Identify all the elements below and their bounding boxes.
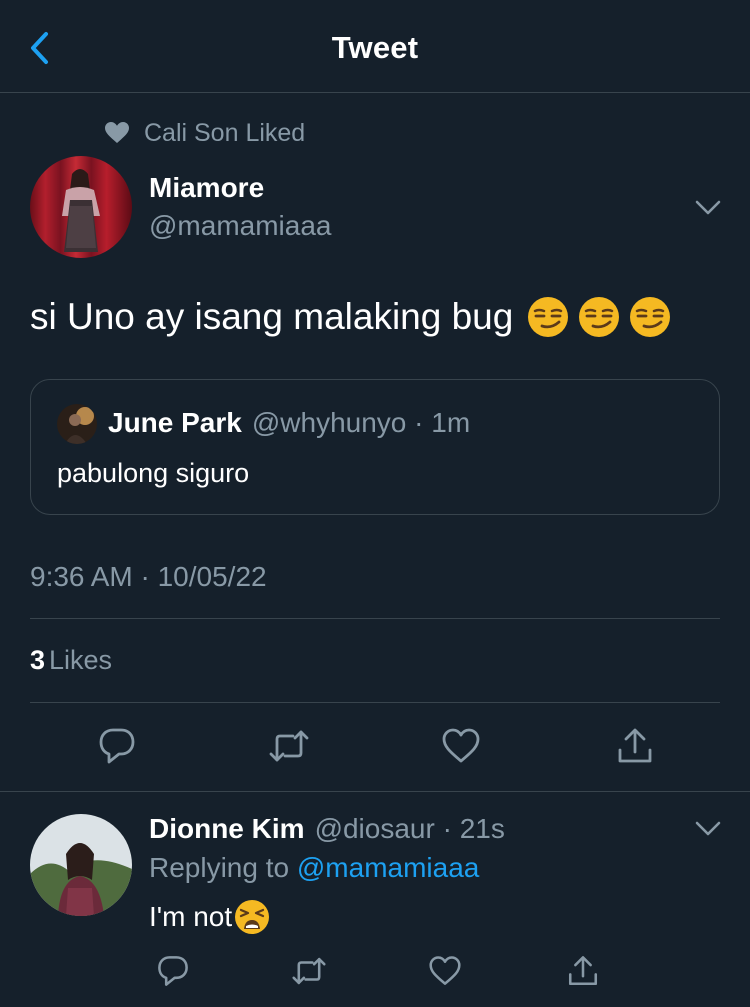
replying-to-mention[interactable]: @mamamiaaa — [297, 852, 479, 883]
quoted-tweet-text: pabulong siguro — [57, 458, 250, 488]
tweet-timestamp: 9:36 AM · 10/05/22 — [30, 561, 267, 592]
tweet-text: si Uno ay isang malaking bug — [30, 296, 514, 337]
tweet-detail-screen: Tweet Cali Son Liked Miamore @mamamiaaa … — [0, 0, 750, 1007]
reply-author-avatar[interactable] — [30, 814, 132, 916]
likes-count-link[interactable]: 3 Likes — [30, 645, 112, 676]
author-handle[interactable]: @mamamiaaa — [149, 210, 331, 242]
author-avatar[interactable] — [30, 156, 132, 258]
share-icon — [568, 956, 598, 986]
likes-label: Likes — [49, 645, 113, 675]
tweet-body: si Uno ay isang malaking bug — [30, 293, 671, 341]
reply-author-meta: @diosaur · 21s — [314, 813, 505, 844]
share-icon — [618, 728, 652, 763]
like-button[interactable] — [438, 723, 484, 769]
replying-to: Replying to @mamamiaaa — [149, 852, 479, 884]
reply-author-name[interactable]: Dionne Kim — [149, 813, 305, 845]
share-button[interactable] — [612, 723, 658, 769]
quoted-author-name: June Park — [108, 407, 242, 438]
reply-icon — [99, 728, 135, 764]
reply-header: Dionne Kim @diosaur · 21s — [149, 813, 505, 845]
like-icon — [429, 956, 461, 985]
reply-button[interactable] — [94, 723, 140, 769]
page-title: Tweet — [331, 30, 419, 65]
author-name[interactable]: Miamore — [149, 172, 264, 204]
smirking-face-icon — [579, 297, 620, 337]
divider — [0, 791, 750, 792]
heart-icon — [105, 122, 129, 143]
quoted-author-meta: @whyhunyo · 1m — [251, 407, 471, 438]
social-context[interactable]: Cali Son Liked — [104, 116, 305, 150]
reply-body: I'm not — [149, 899, 270, 935]
likes-count: 3 — [30, 645, 46, 675]
replying-to-label: Replying to — [149, 852, 290, 883]
reply-icon — [158, 956, 188, 986]
divider — [30, 702, 720, 703]
quoted-tweet-card[interactable]: June Park @whyhunyo · 1m pabulong siguro — [30, 379, 720, 515]
chevron-down-icon — [695, 200, 721, 215]
top-bar: Tweet — [0, 0, 750, 93]
smirking-face-icon — [630, 297, 671, 337]
reply-share-button[interactable] — [560, 948, 606, 994]
tweet-options-button[interactable] — [691, 190, 725, 224]
reply-retweet-button[interactable] — [286, 948, 332, 994]
quoted-tweet-header: June Park @whyhunyo · 1m — [108, 407, 470, 439]
divider — [30, 618, 720, 619]
reply-options-button[interactable] — [691, 811, 725, 845]
retweet-button[interactable] — [266, 723, 312, 769]
reply-like-button[interactable] — [422, 948, 468, 994]
like-icon — [442, 728, 480, 763]
reply-reply-button[interactable] — [150, 948, 196, 994]
quoted-author-avatar — [57, 404, 97, 444]
emoji-group — [527, 296, 671, 338]
tired-face-icon — [235, 900, 270, 934]
retweet-icon — [269, 730, 309, 762]
reply-text: I'm not — [149, 901, 233, 932]
retweet-icon — [292, 957, 326, 985]
social-context-label: Cali Son Liked — [144, 118, 306, 147]
smirking-face-icon — [528, 297, 569, 337]
chevron-down-icon — [695, 821, 721, 836]
